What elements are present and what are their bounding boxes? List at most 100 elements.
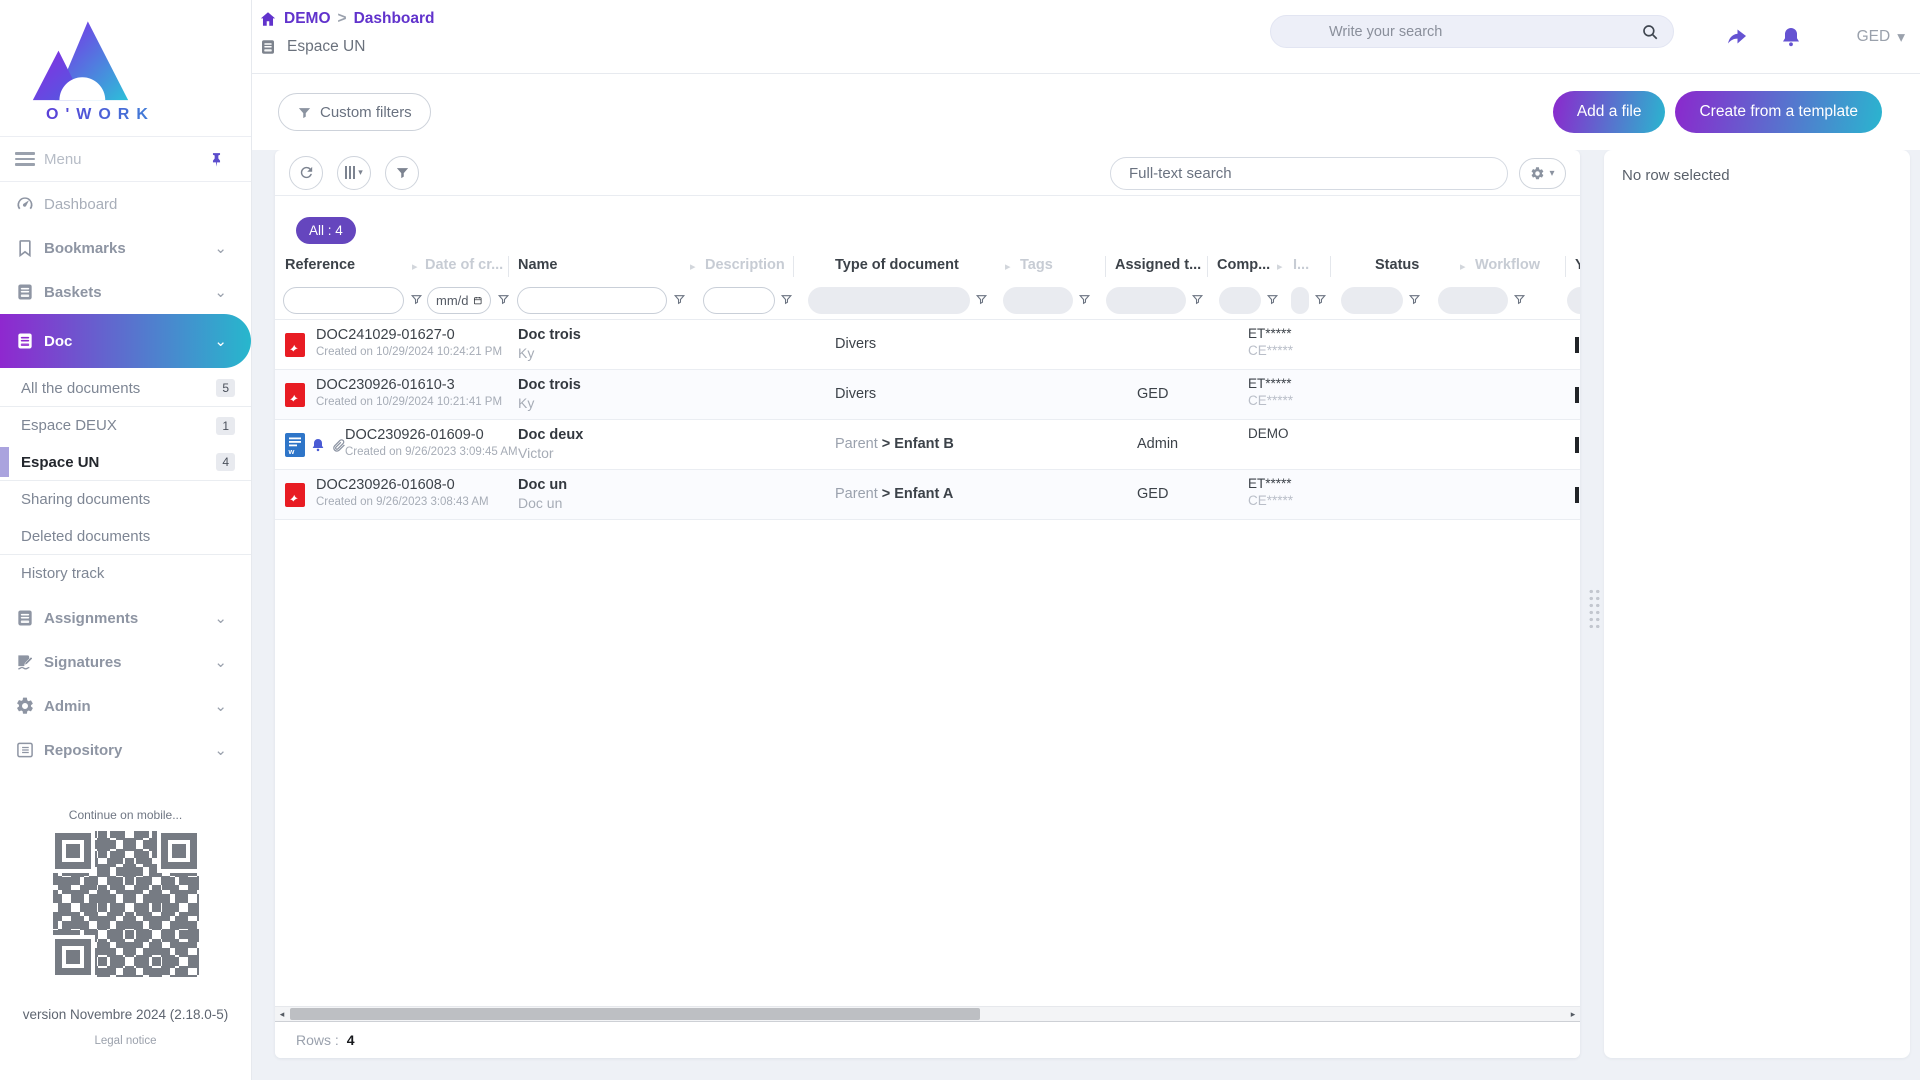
mobile-block: Continue on mobile... bbox=[0, 808, 251, 979]
sidebar-subitem-espace-un[interactable]: Espace UN 4 bbox=[0, 444, 251, 481]
bookmark-icon bbox=[15, 238, 35, 258]
filter-button[interactable] bbox=[385, 155, 419, 190]
col-header-date[interactable]: Date of cr... bbox=[425, 257, 503, 273]
paperclip-icon bbox=[333, 438, 345, 452]
share-icon[interactable] bbox=[1725, 25, 1749, 49]
funnel-outline-icon[interactable] bbox=[1314, 293, 1327, 306]
sidebar-item-signatures[interactable]: Signatures ⌄ bbox=[0, 640, 251, 684]
sort-arrow-icon[interactable]: ▸ bbox=[690, 260, 696, 273]
breadcrumb-root[interactable]: DEMO bbox=[284, 10, 331, 28]
col-header-assigned[interactable]: Assigned t... bbox=[1115, 257, 1201, 273]
doc-reference: DOC230926-01608-0 bbox=[316, 477, 455, 493]
sort-arrow-icon[interactable]: ▸ bbox=[412, 260, 418, 273]
custom-filters-button[interactable]: Custom filters bbox=[278, 93, 431, 131]
scrollbar-thumb[interactable] bbox=[290, 1008, 980, 1020]
global-search-input[interactable] bbox=[1271, 23, 1641, 40]
sort-arrow-icon[interactable]: ▸ bbox=[1005, 260, 1011, 273]
no-selection-message: No row selected bbox=[1622, 167, 1730, 184]
col-header-company[interactable]: Comp... bbox=[1217, 257, 1270, 273]
scroll-left-arrow[interactable]: ◂ bbox=[275, 1007, 289, 1021]
sidebar-item-bookmarks[interactable]: Bookmarks ⌄ bbox=[0, 226, 251, 270]
sidebar-item-baskets[interactable]: Baskets ⌄ bbox=[0, 270, 251, 314]
sidebar-subitem-sharing-documents[interactable]: Sharing documents bbox=[0, 481, 251, 518]
doc-assigned: GED bbox=[1137, 486, 1169, 502]
legal-notice-link[interactable]: Legal notice bbox=[0, 1035, 251, 1047]
journal-icon bbox=[259, 38, 277, 56]
topbar-actions: GED ▾ bbox=[1725, 0, 1905, 74]
gear-icon bbox=[1532, 167, 1544, 180]
col-header-status[interactable]: Status bbox=[1375, 257, 1419, 273]
sidebar-item-dashboard[interactable]: Dashboard bbox=[0, 182, 251, 226]
filter-name-input[interactable] bbox=[517, 287, 667, 314]
funnel-outline-icon[interactable] bbox=[1191, 293, 1204, 306]
chevron-down-icon: ⌄ bbox=[214, 284, 227, 301]
sidebar-subitem-history-track[interactable]: History track bbox=[0, 555, 251, 592]
funnel-outline-icon[interactable] bbox=[1513, 293, 1526, 306]
doc-company-2: CE***** bbox=[1248, 343, 1294, 358]
funnel-outline-icon[interactable] bbox=[1078, 293, 1091, 306]
subitem-label: History track bbox=[21, 565, 105, 582]
filter-date-input[interactable]: mm/d bbox=[427, 287, 491, 314]
table-row[interactable]: DOC230926-01610-3 Created on 10/29/2024 … bbox=[275, 370, 1580, 420]
sidebar-subitem-all-documents[interactable]: All the documents 5 bbox=[0, 370, 251, 407]
sidebar-item-doc[interactable]: Doc ⌄ bbox=[0, 314, 251, 368]
add-file-button[interactable]: Add a file bbox=[1552, 91, 1666, 133]
columns-button[interactable]: ▾ bbox=[337, 155, 371, 190]
filter-assigned-disabled bbox=[1106, 287, 1186, 314]
bell-icon[interactable] bbox=[1779, 25, 1803, 49]
home-icon[interactable] bbox=[259, 10, 277, 28]
funnel-outline-icon[interactable] bbox=[780, 293, 793, 306]
col-header-reference[interactable]: Reference bbox=[285, 257, 355, 273]
funnel-outline-icon[interactable] bbox=[497, 293, 510, 306]
col-header-workflow[interactable]: Workflow bbox=[1475, 257, 1540, 273]
table-row[interactable]: DOC230926-01608-0 Created on 9/26/2023 3… bbox=[275, 470, 1580, 520]
mobile-hint: Continue on mobile... bbox=[68, 808, 183, 822]
table-settings-button[interactable]: ▾ bbox=[1519, 158, 1566, 189]
rows-count: 4 bbox=[346, 1032, 355, 1048]
journal-icon bbox=[15, 608, 35, 628]
search-icon[interactable] bbox=[1641, 23, 1659, 41]
col-header-description[interactable]: Description bbox=[705, 257, 785, 273]
hamburger-icon[interactable] bbox=[15, 149, 35, 169]
panel-resize-handle[interactable] bbox=[1588, 588, 1601, 628]
sidebar-item-assignments[interactable]: Assignments ⌄ bbox=[0, 596, 251, 640]
col-header-name[interactable]: Name bbox=[518, 257, 558, 273]
scroll-right-arrow[interactable]: ▸ bbox=[1566, 1007, 1580, 1021]
table-row[interactable]: DOC241029-01627-0 Created on 10/29/2024 … bbox=[275, 320, 1580, 370]
sort-arrow-icon[interactable]: ▸ bbox=[1460, 260, 1466, 273]
sidebar-item-admin[interactable]: Admin ⌄ bbox=[0, 684, 251, 728]
sort-arrow-icon[interactable]: ▸ bbox=[1277, 260, 1283, 273]
tab-all-count[interactable]: All : 4 bbox=[296, 217, 356, 244]
funnel-icon bbox=[297, 105, 312, 120]
sidebar-subitem-espace-deux[interactable]: Espace DEUX 1 bbox=[0, 407, 251, 444]
date-placeholder: mm/d bbox=[436, 293, 469, 308]
funnel-outline-icon[interactable] bbox=[410, 293, 423, 306]
sidebar-subitem-deleted-documents[interactable]: Deleted documents bbox=[0, 518, 251, 555]
filter-description-input[interactable] bbox=[703, 287, 775, 314]
doc-type-parent: Parent bbox=[835, 436, 878, 452]
actionbar: Custom filters Add a file Create from a … bbox=[252, 74, 1920, 150]
fulltext-search-input[interactable] bbox=[1127, 164, 1491, 183]
qr-code bbox=[50, 829, 201, 979]
funnel-outline-icon[interactable] bbox=[1408, 293, 1421, 306]
chevron-down-icon: ⌄ bbox=[214, 610, 227, 627]
filter-reference-input[interactable] bbox=[283, 287, 404, 314]
breadcrumb-current[interactable]: Dashboard bbox=[354, 10, 435, 28]
col-header-y[interactable]: Y... bbox=[1575, 257, 1580, 273]
funnel-outline-icon[interactable] bbox=[1266, 293, 1279, 306]
bell-icon bbox=[312, 439, 324, 452]
col-header-type[interactable]: Type of document bbox=[835, 257, 959, 273]
col-header-i[interactable]: I... bbox=[1293, 257, 1309, 273]
sidebar-item-repository[interactable]: Repository ⌄ bbox=[0, 728, 251, 772]
table-row[interactable]: w DOC230926-01609-0 Created on 9/26/2023… bbox=[275, 420, 1580, 470]
create-from-template-button[interactable]: Create from a template bbox=[1675, 91, 1882, 133]
col-header-tags[interactable]: Tags bbox=[1020, 257, 1053, 273]
funnel-outline-icon[interactable] bbox=[673, 293, 686, 306]
page-subtitle: Espace UN bbox=[259, 38, 365, 56]
clipped-cell-content bbox=[1575, 487, 1579, 503]
funnel-outline-icon[interactable] bbox=[975, 293, 988, 306]
horizontal-scrollbar[interactable]: ◂ ▸ bbox=[275, 1006, 1580, 1022]
user-menu[interactable]: GED ▾ bbox=[1857, 28, 1905, 47]
refresh-button[interactable] bbox=[289, 155, 323, 190]
pin-icon[interactable] bbox=[208, 151, 225, 168]
